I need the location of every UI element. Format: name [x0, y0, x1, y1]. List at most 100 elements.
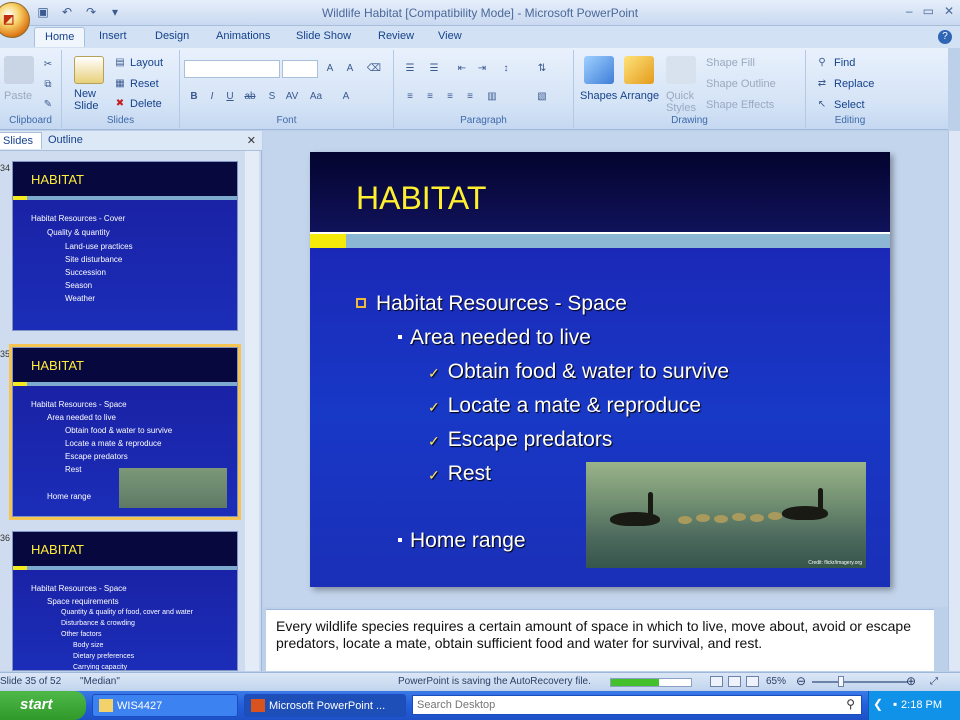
- slide-thumbnail[interactable]: HABITAT Habitat Resources - Space Space …: [12, 531, 238, 671]
- zoom-in-icon[interactable]: ⊕: [906, 674, 916, 688]
- increase-indent-icon[interactable]: ⇥: [474, 62, 490, 76]
- text-direction-icon[interactable]: ⇅: [534, 62, 550, 76]
- font-color-icon[interactable]: A: [338, 90, 354, 104]
- find-button[interactable]: Find: [834, 57, 855, 69]
- minimize-icon[interactable]: –: [906, 4, 913, 18]
- tab-slide-show[interactable]: Slide Show: [296, 30, 351, 42]
- tab-home[interactable]: Home: [34, 27, 86, 47]
- shape-outline-button[interactable]: Shape Outline: [706, 78, 776, 90]
- thumb-bar: [13, 566, 237, 570]
- taskbar-item-powerpoint[interactable]: Microsoft PowerPoint ...: [244, 694, 406, 717]
- tab-animations[interactable]: Animations: [216, 30, 270, 42]
- tab-review[interactable]: Review: [378, 30, 414, 42]
- font-size-combo[interactable]: [282, 60, 318, 78]
- slide-thumbnail-selected[interactable]: HABITAT Habitat Resources - Space Area n…: [9, 344, 241, 520]
- search-icon[interactable]: ⚲: [846, 697, 855, 711]
- change-case-icon[interactable]: Aa: [308, 90, 324, 104]
- help-icon[interactable]: ?: [938, 30, 952, 44]
- close-icon[interactable]: ✕: [944, 4, 954, 18]
- columns-icon[interactable]: ▥: [484, 90, 500, 104]
- grow-font-icon[interactable]: A: [322, 62, 338, 76]
- shapes-button[interactable]: Shapes: [580, 90, 617, 102]
- paste-icon[interactable]: [4, 56, 34, 84]
- normal-view-icon[interactable]: [710, 676, 723, 687]
- slide-sorter-icon[interactable]: [728, 676, 741, 687]
- reset-button[interactable]: Reset: [130, 78, 159, 90]
- shrink-font-icon[interactable]: A: [342, 62, 358, 76]
- decrease-indent-icon[interactable]: ⇤: [454, 62, 470, 76]
- gosling: [678, 516, 692, 524]
- clock[interactable]: 2:18 PM: [901, 699, 942, 711]
- format-painter-icon[interactable]: ✎: [40, 98, 56, 112]
- line-spacing-icon[interactable]: ↕: [498, 62, 514, 76]
- photo-credit: Credit: flickr/imagery.org: [808, 560, 862, 566]
- slide-title[interactable]: HABITAT: [356, 180, 486, 217]
- tab-slides[interactable]: Slides: [0, 132, 42, 149]
- zoom-slider[interactable]: [812, 681, 908, 683]
- shapes-icon[interactable]: [584, 56, 614, 84]
- align-left-icon[interactable]: ≡: [402, 90, 418, 104]
- quick-styles-icon[interactable]: [666, 56, 696, 84]
- network-icon[interactable]: ▪: [893, 697, 897, 711]
- select-button[interactable]: Select: [834, 99, 865, 111]
- clipboard-group: Paste ✂ ⧉ ✎ Clipboard: [0, 50, 62, 128]
- new-slide-icon[interactable]: [74, 56, 104, 84]
- strikethrough-icon[interactable]: ab: [242, 90, 258, 104]
- arrange-icon[interactable]: [624, 56, 654, 84]
- notes-text[interactable]: Every wildlife species requires a certai…: [276, 618, 926, 652]
- replace-button[interactable]: Replace: [834, 78, 874, 90]
- zoom-level[interactable]: 65%: [766, 676, 786, 687]
- arrange-button[interactable]: Arrange: [620, 90, 659, 102]
- numbering-icon[interactable]: ☰: [426, 62, 442, 76]
- slide-bullet-level3[interactable]: ✓ Rest: [428, 462, 491, 486]
- thumb-line: Habitat Resources - Cover: [31, 214, 126, 223]
- current-slide[interactable]: HABITAT Habitat Resources - Space Area n…: [310, 152, 890, 587]
- slide-bullet-level1[interactable]: Habitat Resources - Space: [356, 292, 627, 316]
- align-center-icon[interactable]: ≡: [422, 90, 438, 104]
- slide-thumbnail[interactable]: HABITAT Habitat Resources - Cover Qualit…: [12, 161, 238, 331]
- delete-button[interactable]: Delete: [130, 98, 162, 110]
- bold-icon[interactable]: B: [186, 90, 202, 104]
- start-button[interactable]: start: [0, 691, 86, 720]
- quick-styles-button[interactable]: Quick Styles: [666, 90, 700, 114]
- slide-bullet-level2[interactable]: Area needed to live: [398, 326, 591, 350]
- paste-button[interactable]: Paste: [4, 90, 32, 102]
- shape-fill-button[interactable]: Shape Fill: [706, 57, 755, 69]
- font-name-combo[interactable]: [184, 60, 280, 78]
- slide-bullet-level3[interactable]: ✓ Escape predators: [428, 428, 612, 452]
- notes-pane[interactable]: Every wildlife species requires a certai…: [266, 609, 934, 671]
- tab-outline[interactable]: Outline: [48, 134, 83, 146]
- slides-pane-scrollbar[interactable]: [245, 151, 259, 671]
- copy-icon[interactable]: ⧉: [40, 78, 56, 92]
- tab-view[interactable]: View: [438, 30, 462, 42]
- italic-icon[interactable]: I: [204, 90, 220, 104]
- smartart-icon[interactable]: ▧: [534, 90, 550, 104]
- fit-to-window-icon[interactable]: ⤢: [930, 676, 938, 687]
- tab-insert[interactable]: Insert: [99, 30, 127, 42]
- slide-show-icon[interactable]: [746, 676, 759, 687]
- tray-arrow-icon[interactable]: ❮: [873, 697, 883, 711]
- bullets-icon[interactable]: ☰: [402, 62, 418, 76]
- new-slide-button[interactable]: New Slide: [74, 88, 108, 112]
- zoom-out-icon[interactable]: ⊖: [796, 674, 806, 688]
- cut-icon[interactable]: ✂: [40, 58, 56, 72]
- slide-bullet-level3[interactable]: ✓ Locate a mate & reproduce: [428, 394, 701, 418]
- taskbar-item-folder[interactable]: WIS4427: [92, 694, 238, 717]
- align-right-icon[interactable]: ≡: [442, 90, 458, 104]
- clear-formatting-icon[interactable]: ⌫: [366, 62, 382, 76]
- geese-photo[interactable]: Credit: flickr/imagery.org: [586, 462, 866, 568]
- slide-scrollbar[interactable]: [948, 131, 960, 671]
- character-spacing-icon[interactable]: AV: [284, 90, 300, 104]
- desktop-search-input[interactable]: [413, 696, 833, 714]
- zoom-slider-thumb[interactable]: [838, 676, 844, 687]
- justify-icon[interactable]: ≡: [462, 90, 478, 104]
- shadow-icon[interactable]: S: [264, 90, 280, 104]
- underline-icon[interactable]: U: [222, 90, 238, 104]
- tab-design[interactable]: Design: [155, 30, 189, 42]
- layout-button[interactable]: Layout: [130, 57, 163, 69]
- shape-effects-button[interactable]: Shape Effects: [706, 99, 774, 111]
- close-pane-icon[interactable]: ✕: [247, 134, 256, 147]
- slide-bullet-level3[interactable]: ✓ Obtain food & water to survive: [428, 360, 729, 384]
- slide-bullet-level2[interactable]: Home range: [398, 529, 526, 553]
- restore-icon[interactable]: ▭: [923, 4, 934, 18]
